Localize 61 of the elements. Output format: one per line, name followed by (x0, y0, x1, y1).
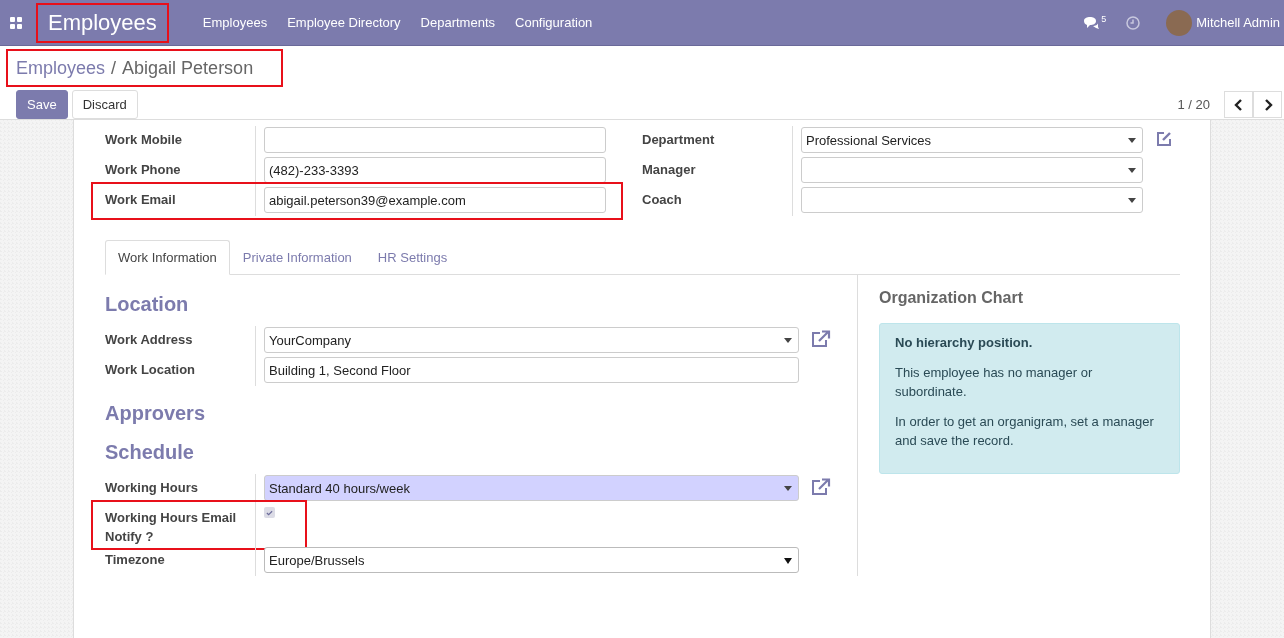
input-field[interactable] (264, 127, 606, 153)
section-heading: Location (105, 292, 190, 316)
caret-icon (784, 558, 792, 564)
input-field[interactable]: Building 1, Second Floor (264, 357, 799, 383)
caret-icon (1128, 168, 1136, 173)
breadcrumb-link[interactable]: Employees (16, 57, 106, 79)
checkbox[interactable] (264, 507, 275, 518)
save-button[interactable]: Save (16, 90, 68, 119)
field-label: Working Hours Email Notify ? (105, 509, 238, 546)
field-label: Work Phone (105, 161, 182, 179)
tab[interactable]: Private Information (229, 240, 365, 275)
external-link-icon[interactable] (811, 330, 831, 348)
chat-icon[interactable] (1083, 15, 1100, 30)
field-label: Department (642, 131, 716, 149)
info-text: In order to get an organigram, set a manager and save the record. (895, 413, 1155, 450)
menu-link[interactable]: Employee Directory (287, 15, 401, 30)
menu-link[interactable]: Configuration (515, 15, 593, 30)
message-count: 5 (1101, 14, 1107, 24)
section-heading: Schedule (105, 440, 195, 464)
caret-icon (1128, 198, 1136, 203)
section-heading: Approvers (105, 401, 207, 425)
dropdown-field[interactable] (801, 157, 1143, 183)
pager-text: 1 / 20 (1177, 97, 1210, 112)
user-name[interactable]: Mitchell Admin (1196, 15, 1280, 30)
apps-menu-icon[interactable] (10, 16, 22, 29)
dropdown-field[interactable]: Professional Services (801, 127, 1143, 153)
info-heading: No hierarchy position. (895, 335, 1034, 350)
input-field[interactable]: abigail.peterson39@example.com (264, 187, 606, 213)
field-label: Working Hours (105, 479, 199, 497)
edit-icon[interactable] (1155, 130, 1173, 148)
field-label: Work Email (105, 191, 177, 209)
next-button[interactable] (1253, 91, 1282, 118)
record-title: Abigail Peterson (122, 57, 254, 79)
info-text: This employee has no manager or subordinate. (895, 364, 1094, 401)
tab[interactable]: HR Settings (364, 240, 461, 275)
dropdown-field[interactable]: Standard 40 hours/week (264, 475, 799, 501)
field-label: Coach (642, 191, 683, 209)
caret-icon (784, 338, 792, 343)
previous-button[interactable] (1224, 91, 1253, 118)
external-link-icon[interactable] (811, 478, 831, 496)
org-chart-title: Organization Chart (879, 289, 1024, 307)
clock-icon[interactable] (1126, 15, 1141, 30)
chevron-left-icon (1233, 98, 1244, 111)
field-label: Work Location (105, 361, 197, 379)
breadcrumb-separator: / (111, 57, 117, 79)
caret-icon (784, 486, 792, 491)
dropdown-field[interactable] (801, 187, 1143, 213)
menu-link[interactable]: Employees (202, 15, 268, 30)
field-label: Work Address (105, 331, 194, 349)
field-label: Work Mobile (105, 131, 184, 149)
menu-link[interactable]: Departments (420, 15, 495, 30)
tab[interactable]: Work Information (105, 240, 230, 275)
dropdown-field[interactable]: Europe/Brussels (264, 547, 799, 573)
app-title: Employees (48, 9, 157, 35)
chevron-right-icon (1262, 98, 1273, 111)
discard-button[interactable]: Discard (71, 90, 138, 119)
field-label: Manager (642, 161, 697, 179)
caret-icon (1128, 138, 1136, 143)
field-label: Timezone (105, 551, 166, 569)
input-field[interactable]: (482)-233-3393 (264, 157, 606, 183)
dropdown-field[interactable]: YourCompany (264, 327, 799, 353)
